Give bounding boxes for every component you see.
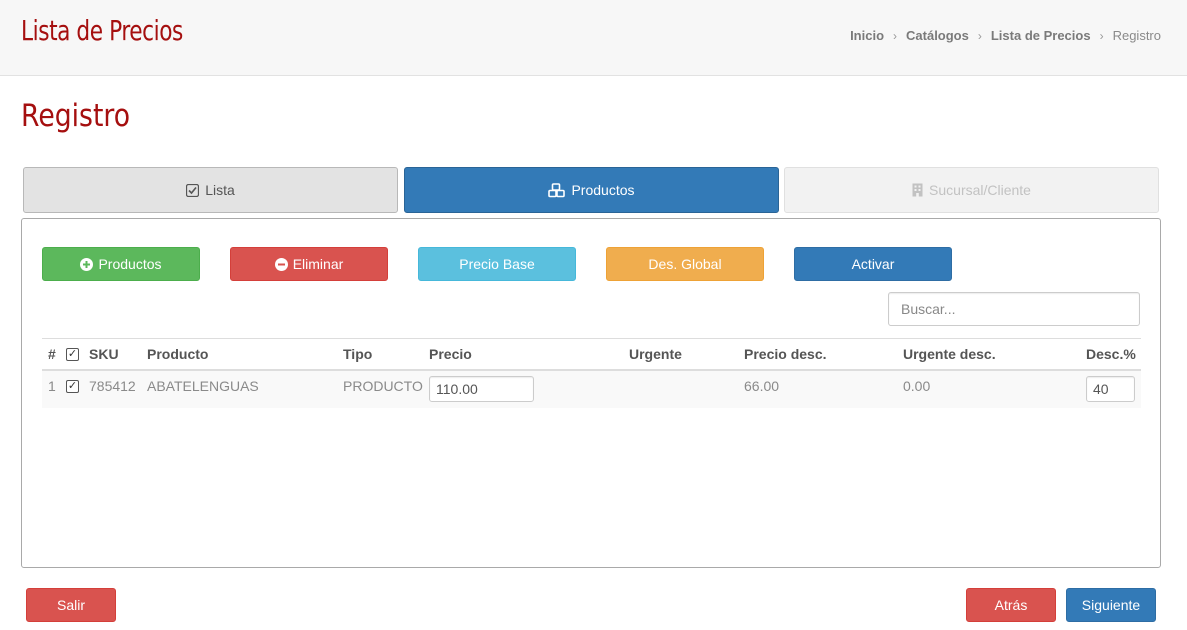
col-disc-pct[interactable]: Desc.% — [1086, 339, 1136, 369]
products-panel: Productos Eliminar Precio Base Des. Glob… — [21, 218, 1161, 568]
step-label: Lista — [205, 182, 235, 198]
step-tab-lista[interactable]: Lista — [23, 167, 398, 213]
step-tab-productos[interactable]: Productos — [404, 167, 779, 213]
step-tab-sucursal-cliente[interactable]: Sucursal/Cliente — [784, 167, 1159, 213]
row-price-cell — [429, 371, 534, 408]
checkbox-checked-icon: ✓ — [66, 380, 79, 393]
row-sku: 785412 — [89, 378, 136, 394]
back-button[interactable]: Atrás — [966, 588, 1056, 622]
col-price[interactable]: Precio — [429, 339, 472, 369]
breadcrumb-catalogos[interactable]: Catálogos — [906, 28, 969, 43]
col-type[interactable]: Tipo — [343, 339, 372, 369]
table-header: # ✓ SKU Producto Tipo Precio Urgente Pre… — [42, 338, 1141, 371]
next-button[interactable]: Siguiente — [1066, 588, 1156, 622]
exit-button[interactable]: Salir — [26, 588, 116, 622]
cubes-icon — [548, 182, 566, 198]
delete-label: Eliminar — [292, 256, 344, 272]
discount-percent-input[interactable] — [1086, 376, 1135, 402]
select-all-checkbox[interactable]: ✓ — [66, 339, 79, 369]
col-num: # — [48, 346, 56, 362]
plus-circle-icon — [80, 257, 94, 271]
base-price-button[interactable]: Precio Base — [418, 247, 576, 281]
global-discount-button[interactable]: Des. Global — [606, 247, 764, 281]
row-product: ABATELENGUAS — [147, 378, 259, 394]
breadcrumb-registro: Registro — [1112, 28, 1161, 43]
col-urgent[interactable]: Urgente — [629, 339, 682, 369]
top-bar: Lista de Precios Inicio › Catálogos › Li… — [0, 0, 1187, 76]
exit-label: Salir — [56, 597, 85, 613]
breadcrumb-separator: › — [893, 28, 898, 43]
col-product[interactable]: Producto — [147, 339, 208, 369]
table-row[interactable]: 1 ✓ 785412 ABATELENGUAS PRODUCTO 66.00 0… — [42, 371, 1141, 408]
minus-circle-icon — [274, 257, 288, 271]
search-input[interactable] — [888, 292, 1140, 326]
col-sku[interactable]: SKU — [89, 339, 119, 369]
step-label: Sucursal/Cliente — [929, 182, 1031, 198]
global-discount-label: Des. Global — [648, 256, 722, 272]
page-title: Registro — [21, 98, 131, 134]
breadcrumb: Inicio › Catálogos › Lista de Precios › … — [850, 28, 1161, 43]
check-square-icon — [186, 183, 200, 197]
building-icon — [912, 183, 923, 197]
breadcrumb-lista-precios[interactable]: Lista de Precios — [991, 28, 1091, 43]
activate-label: Activar — [851, 256, 895, 272]
base-price-label: Precio Base — [459, 256, 535, 272]
col-price-disc[interactable]: Precio desc. — [744, 339, 827, 369]
col-urgent-disc[interactable]: Urgente desc. — [903, 339, 996, 369]
back-label: Atrás — [994, 597, 1028, 613]
row-select-checkbox[interactable]: ✓ — [66, 371, 79, 408]
app-title: Lista de Precios — [21, 14, 183, 47]
activate-button[interactable]: Activar — [794, 247, 952, 281]
checkbox-checked-icon: ✓ — [66, 347, 79, 361]
add-products-label: Productos — [98, 256, 162, 272]
row-num: 1 — [48, 378, 56, 394]
row-price-disc: 66.00 — [744, 378, 780, 394]
products-table: # ✓ SKU Producto Tipo Precio Urgente Pre… — [42, 338, 1141, 408]
breadcrumb-inicio[interactable]: Inicio — [850, 28, 884, 43]
row-urgent-disc: 0.00 — [903, 378, 931, 394]
delete-button[interactable]: Eliminar — [230, 247, 388, 281]
add-products-button[interactable]: Productos — [42, 247, 200, 281]
step-label: Productos — [571, 182, 635, 198]
row-disc-cell — [1086, 371, 1135, 408]
next-label: Siguiente — [1081, 597, 1141, 613]
price-input[interactable] — [429, 376, 534, 402]
breadcrumb-separator: › — [977, 28, 982, 43]
row-type: PRODUCTO — [343, 378, 423, 394]
breadcrumb-separator: › — [1099, 28, 1104, 43]
